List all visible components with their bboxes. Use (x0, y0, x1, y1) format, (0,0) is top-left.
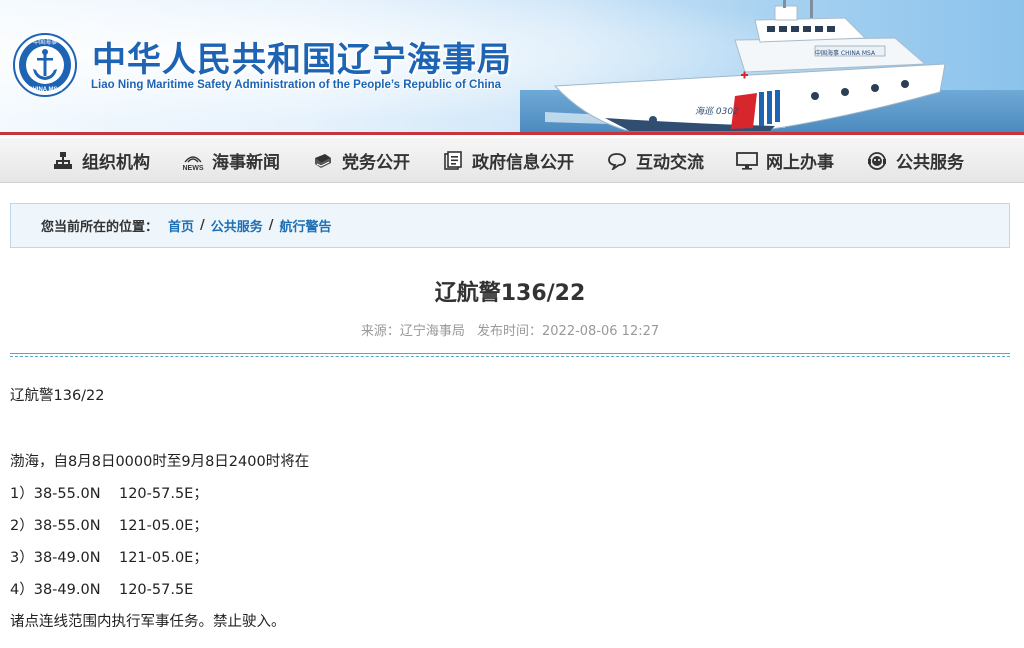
logo-text-bottom: CHINA MSA (28, 87, 62, 93)
breadcrumb-separator: / (268, 218, 274, 233)
ship-hull-text: 海巡 0302 (695, 106, 739, 117)
book-icon (312, 150, 334, 172)
document-icon (442, 150, 464, 172)
site-title-en: Liao Ning Maritime Safety Administration… (91, 79, 501, 91)
article-line: 渤海，自8月8日0000时至9月8日2400时将在 (10, 454, 310, 470)
nav-item-online-service[interactable]: 网上办事 (736, 138, 834, 183)
nav-label: 公共服务 (896, 153, 964, 173)
service-person-icon (866, 150, 888, 172)
article-source: 来源：辽宁海事局 (360, 324, 465, 339)
site-banner: 中国海事 CHINA MSA 中华人民共和国辽宁海事局 Liao Ning Ma… (0, 0, 1024, 135)
breadcrumb-home-link[interactable]: 首页 (168, 216, 194, 235)
article-meta: 来源：辽宁海事局 发布时间：2022-08-06 12:27 (0, 320, 1020, 339)
nav-items: 组织机构 NEWS 海事新闻 党务公开 政府信息公开 互动交流 网上办事 公共服… (52, 138, 964, 183)
article-title: 辽航警136/22 (434, 281, 586, 306)
breadcrumb-nav-warning-link[interactable]: 航行警告 (280, 216, 332, 235)
nav-label: 网上办事 (766, 153, 834, 173)
monitor-icon (736, 150, 758, 172)
article-line: 2）38-55.0N 121-05.0E； (10, 518, 208, 534)
article-published-time: 发布时间：2022-08-06 12:27 (477, 324, 660, 339)
nav-label: 海事新闻 (212, 153, 280, 173)
org-chart-icon (52, 150, 74, 172)
site-title-cn: 中华人民共和国辽宁海事局 (92, 40, 512, 80)
nav-item-gov-info[interactable]: 政府信息公开 (442, 138, 574, 183)
nav-label: 党务公开 (342, 153, 410, 173)
article-line: 4）38-49.0N 120-57.5E (10, 582, 194, 598)
svg-text:NEWS: NEWS (183, 165, 204, 171)
nav-item-organization[interactable]: 组织机构 (52, 138, 150, 183)
nav-item-news[interactable]: NEWS 海事新闻 (182, 138, 281, 183)
breadcrumb-prefix: 您当前所在的位置： (41, 220, 159, 235)
article-line: 3）38-49.0N 121-05.0E； (10, 550, 208, 566)
article-line: 1）38-55.0N 120-57.5E； (10, 486, 208, 502)
article-divider (10, 353, 1010, 357)
nav-item-party-affairs[interactable]: 党务公开 (312, 138, 410, 183)
china-msa-logo[interactable]: 中国海事 CHINA MSA (13, 33, 77, 97)
logo-text-top: 中国海事 (33, 38, 57, 46)
nav-item-interaction[interactable]: 互动交流 (606, 138, 704, 183)
patrol-ship-image: 海巡 0302 中国海事 CHINA MSA (545, 0, 946, 131)
news-icon: NEWS (182, 150, 204, 172)
nav-label: 组织机构 (82, 153, 150, 173)
nav-label: 互动交流 (636, 153, 704, 173)
nav-item-public-service[interactable]: 公共服务 (866, 138, 964, 183)
breadcrumb: 您当前所在的位置： 首页 / 公共服务 / 航行警告 (10, 203, 1010, 248)
breadcrumb-public-service-link[interactable]: 公共服务 (211, 216, 263, 235)
chat-icon (606, 150, 628, 172)
breadcrumb-separator: / (200, 218, 205, 233)
article-line: 诸点连线范围内执行军事任务。禁止驶入。 (10, 614, 286, 630)
nav-label: 政府信息公开 (472, 153, 574, 173)
ship-side-text: 中国海事 CHINA MSA (815, 49, 876, 57)
main-nav: 组织机构 NEWS 海事新闻 党务公开 政府信息公开 互动交流 网上办事 公共服… (0, 138, 1024, 183)
article-line: 辽航警136/22 (10, 388, 105, 404)
